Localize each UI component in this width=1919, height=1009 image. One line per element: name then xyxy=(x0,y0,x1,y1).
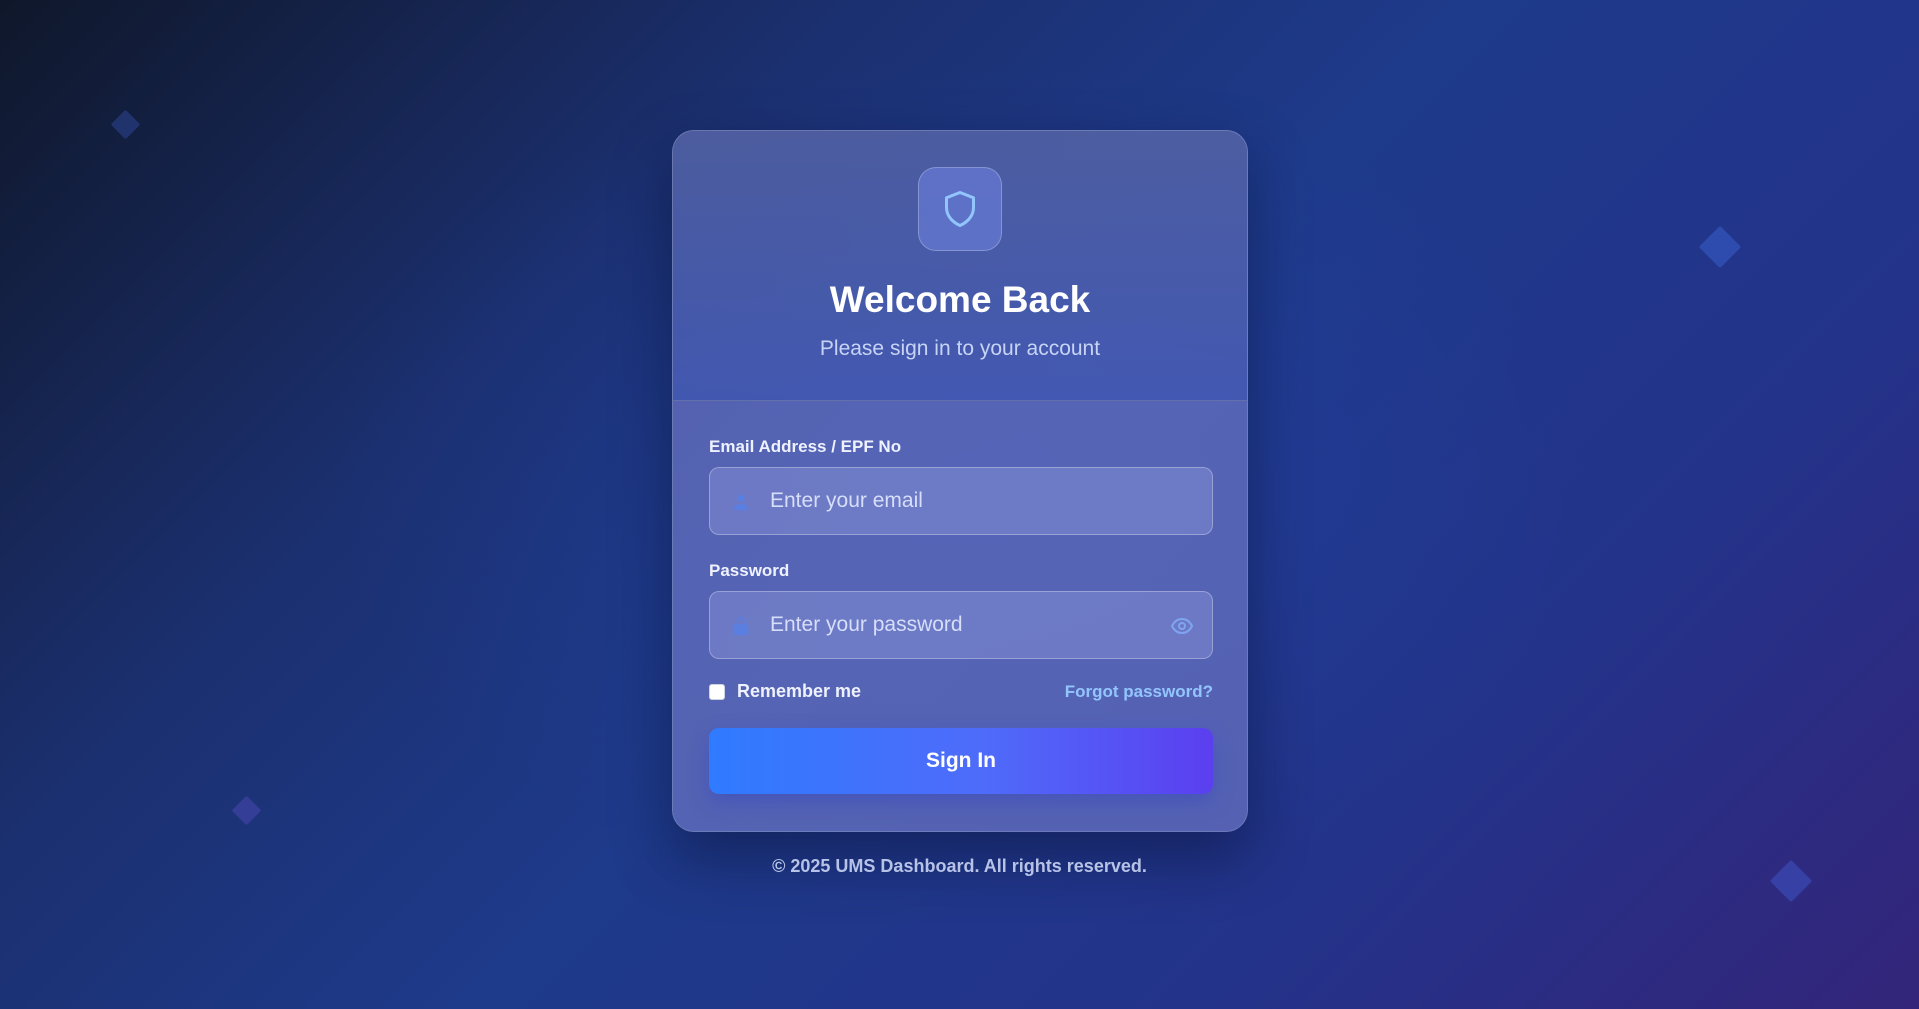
page-subtitle: Please sign in to your account xyxy=(819,337,1101,360)
footer-copyright: © 2025 UMS Dashboard. All rights reserve… xyxy=(772,856,1147,876)
decorative-diamond xyxy=(1698,225,1742,269)
remember-me-label[interactable]: Remember me xyxy=(737,681,861,702)
password-label: Password xyxy=(709,561,790,580)
password-field[interactable] xyxy=(770,592,1150,658)
login-form: Email Address / EPF No Password Rem xyxy=(673,401,1247,831)
login-card: Welcome Back Please sign in to your acco… xyxy=(672,130,1248,832)
remember-me[interactable]: Remember me xyxy=(709,681,861,702)
email-field[interactable] xyxy=(770,468,1150,534)
email-label: Email Address / EPF No xyxy=(709,437,902,456)
remember-me-checkbox[interactable] xyxy=(709,683,725,700)
decorative-diamond xyxy=(231,795,262,826)
password-field-wrapper xyxy=(709,591,1213,659)
form-options-row: Remember me Forgot password? xyxy=(709,681,1213,702)
forgot-password-link[interactable]: Forgot password? xyxy=(1065,682,1213,702)
eye-icon[interactable] xyxy=(1170,614,1194,638)
decorative-diamond xyxy=(110,109,141,140)
lock-icon xyxy=(733,616,749,636)
shield-icon xyxy=(945,191,975,227)
shield-icon-container xyxy=(918,167,1002,251)
login-card-header: Welcome Back Please sign in to your acco… xyxy=(673,131,1247,401)
page-title: Welcome Back xyxy=(829,279,1091,320)
email-field-wrapper xyxy=(709,467,1213,535)
user-icon xyxy=(733,494,749,511)
sign-in-button[interactable]: Sign In xyxy=(709,728,1213,794)
